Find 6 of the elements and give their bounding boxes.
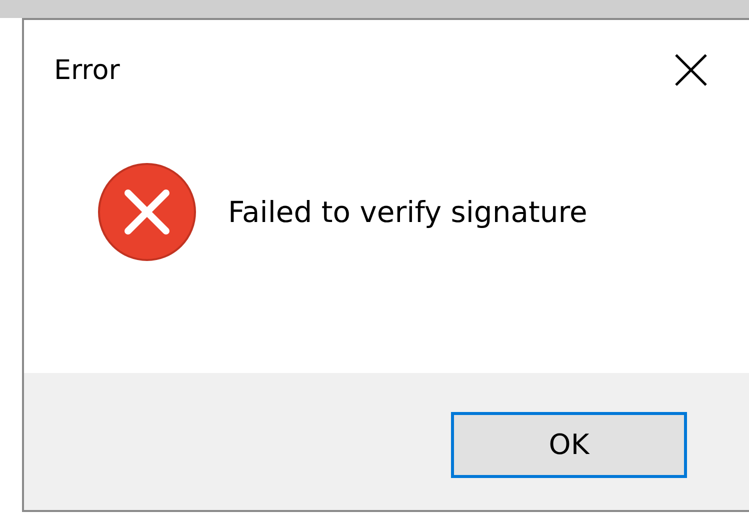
window-title: Error: [54, 54, 120, 86]
ok-button[interactable]: OK: [451, 412, 687, 478]
error-message: Failed to verify signature: [228, 194, 588, 228]
close-button[interactable]: [673, 52, 709, 88]
error-icon: [98, 162, 196, 260]
close-icon: [674, 53, 708, 87]
